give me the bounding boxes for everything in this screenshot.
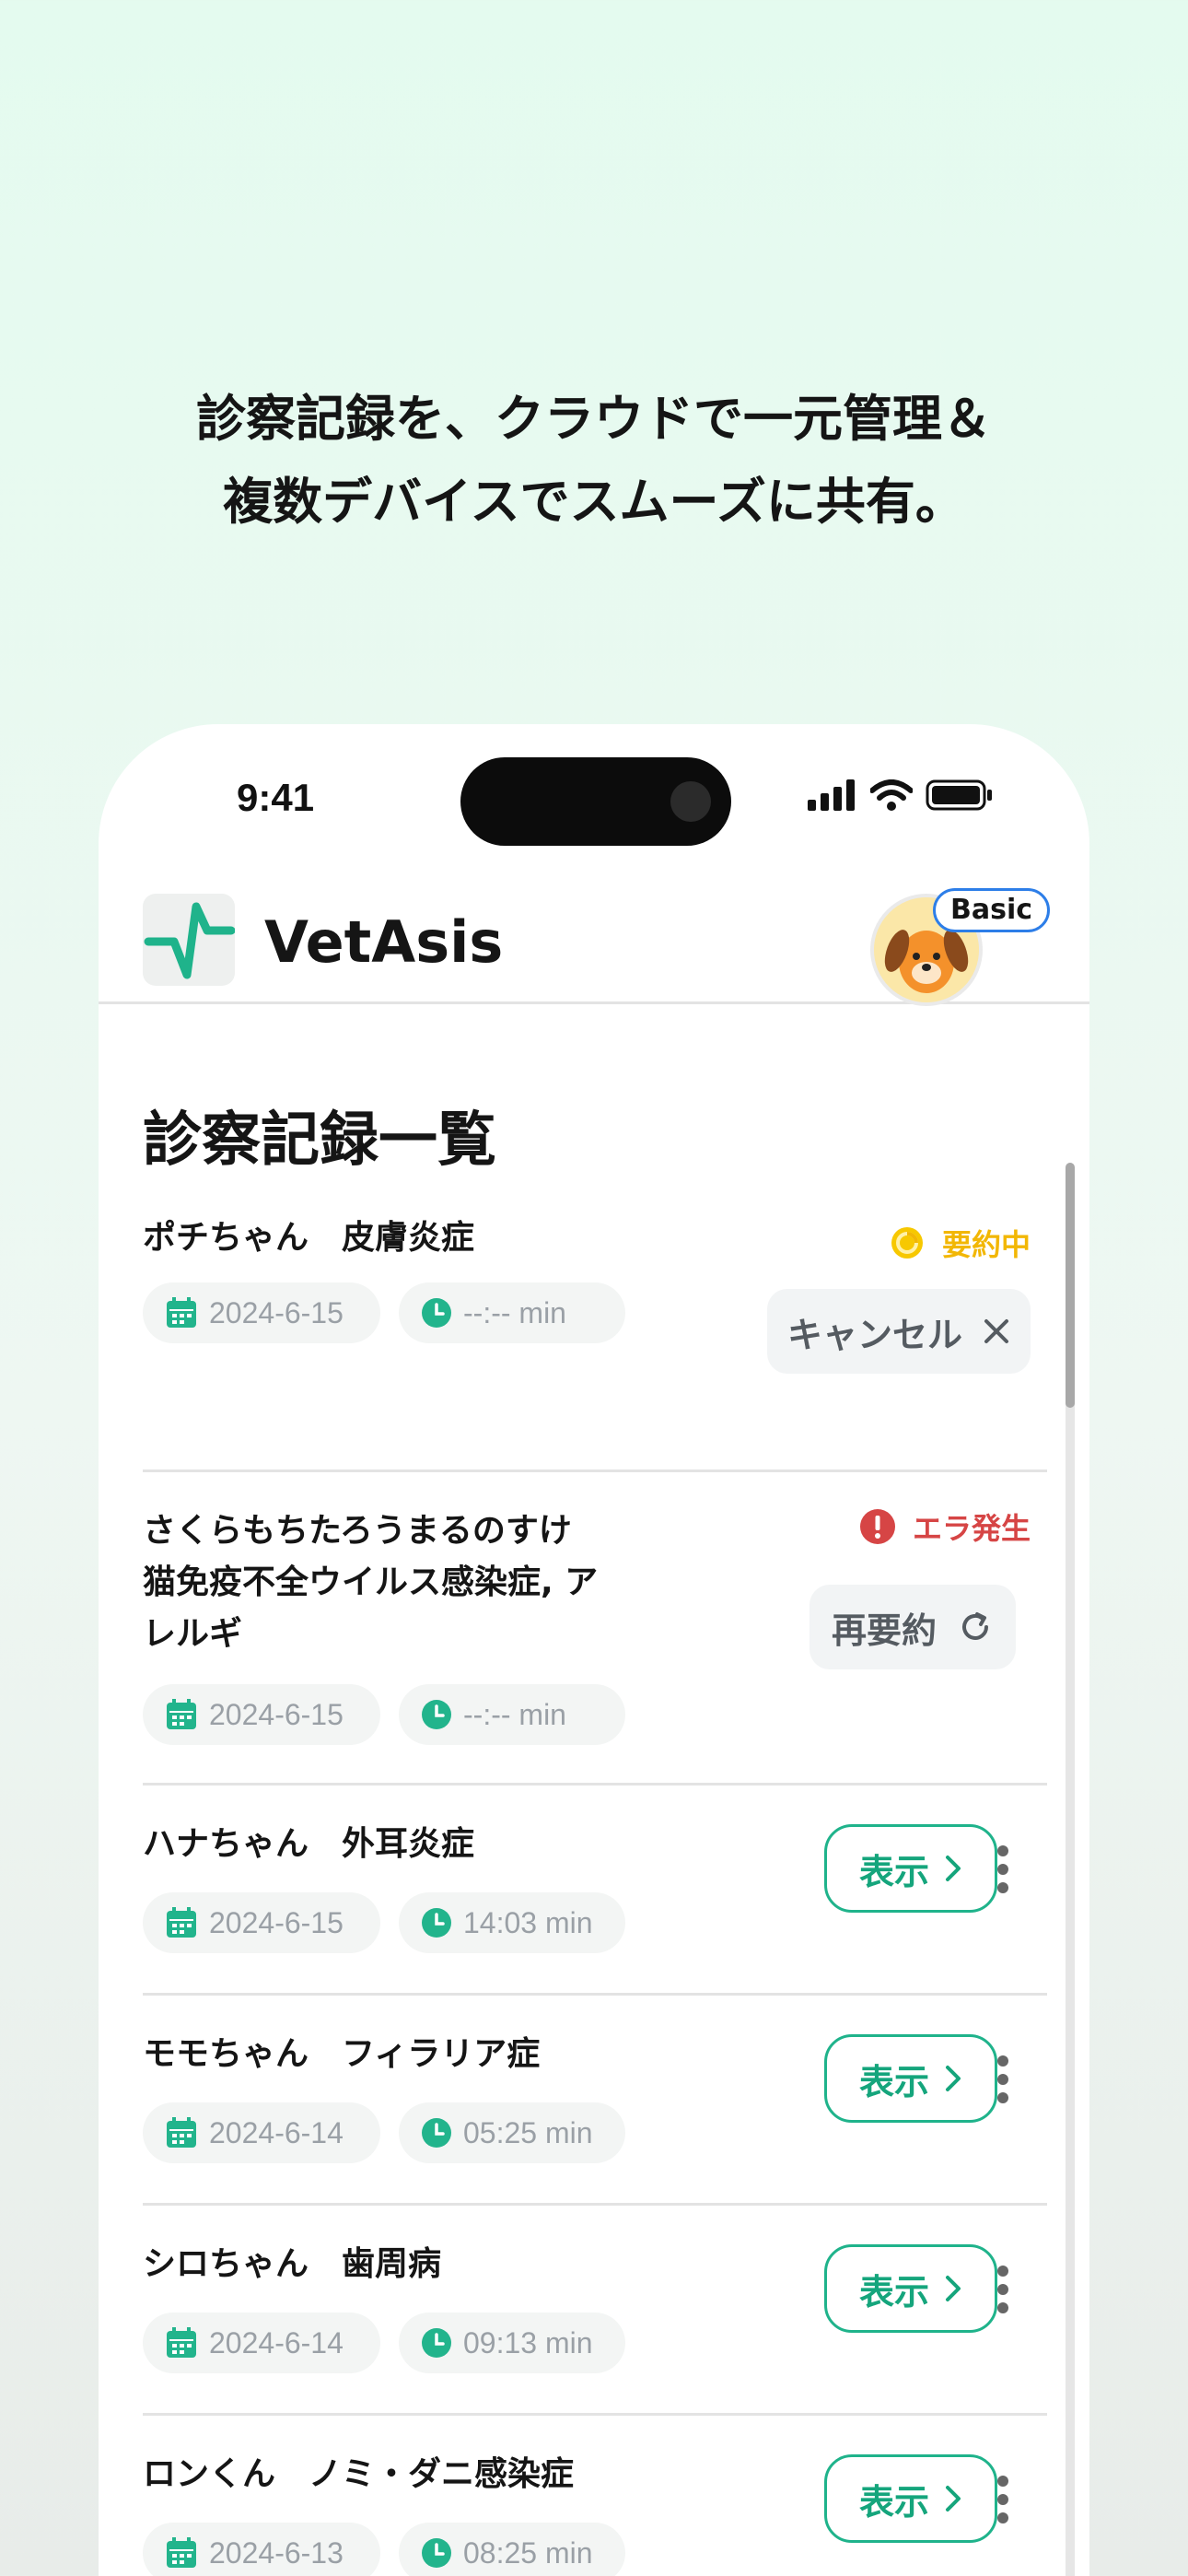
record-title: モモちゃん フィラリア症: [143, 2035, 541, 2073]
record-row[interactable]: ポチちゃん 皮膚炎症 2024-6-15 --:-- min 要約中 キャンセル: [143, 1212, 1047, 1472]
refresh-icon: [962, 1612, 988, 1640]
view-button-label: 表示: [858, 1851, 929, 1892]
record-duration: --:-- min: [463, 1697, 566, 1731]
duration-chip: --:-- min: [399, 1684, 625, 1745]
battery-icon: [926, 779, 992, 811]
view-button[interactable]: 表示: [824, 2454, 997, 2543]
clock-icon: [422, 2118, 451, 2148]
record-date: 2024-6-14: [209, 2325, 344, 2359]
record-row[interactable]: さくらもちたろうまるのすけ 猫免疫不全ウイルス感染症, ア レルギ 2024-6…: [143, 1472, 1047, 1786]
resummarize-button[interactable]: 再要約: [809, 1585, 1016, 1669]
record-title-line: 猫免疫不全ウイルス感染症, ア: [143, 1563, 599, 1601]
marketing-headline: 診察記録を、クラウドで一元管理＆ 複数デバイスでスムーズに共有。: [0, 378, 1188, 544]
record-duration: 09:13 min: [463, 2325, 593, 2359]
date-chip: 2024-6-15: [143, 1282, 380, 1343]
chevron-right-icon: [946, 2486, 961, 2512]
signal-icon: [808, 779, 855, 811]
page-title: 診察記録一覧: [143, 1107, 496, 1175]
chevron-right-icon: [946, 2066, 961, 2091]
clock-icon: [422, 1908, 451, 1938]
status-error: エラ発生: [859, 1505, 1031, 1548]
record-title: ハナちゃん 外耳炎症: [143, 1825, 475, 1863]
calendar-icon: [167, 2327, 196, 2358]
status-text: 要約中: [941, 1227, 1031, 1262]
calendar-icon: [167, 1907, 196, 1938]
view-button-label: 表示: [858, 2061, 929, 2102]
calendar-icon: [167, 2537, 196, 2568]
cancel-button[interactable]: キャンセル: [767, 1289, 1031, 1374]
duration-chip: 05:25 min: [399, 2102, 625, 2163]
calendar-icon: [167, 1297, 196, 1328]
record-duration: 14:03 min: [463, 1905, 593, 1939]
dynamic-island: [460, 757, 731, 846]
clock-icon: [422, 2328, 451, 2358]
chevron-right-icon: [946, 2276, 961, 2301]
wifi-icon: [870, 779, 913, 811]
date-chip: 2024-6-15: [143, 1892, 380, 1953]
date-chip: 2024-6-14: [143, 2313, 380, 2373]
clock-icon: [422, 2538, 451, 2568]
phone-frame: 9:41 VetAsis Basic 診察記録一覧 ポチちゃん 皮膚炎症 202…: [99, 724, 1089, 2576]
camera-dot: [670, 781, 711, 822]
more-icon[interactable]: [984, 2458, 1021, 2541]
view-button[interactable]: 表示: [824, 1824, 997, 1913]
calendar-icon: [167, 1699, 196, 1729]
calendar-icon: [167, 2117, 196, 2148]
record-date: 2024-6-15: [209, 1905, 344, 1939]
date-chip: 2024-6-13: [143, 2523, 380, 2576]
date-chip: 2024-6-15: [143, 1684, 380, 1745]
record-title-line: さくらもちたろうまるのすけ: [143, 1512, 572, 1550]
resummarize-button-label: 再要約: [831, 1610, 937, 1651]
app-logo: [143, 894, 236, 986]
clock-icon: [422, 1700, 451, 1729]
record-title: ロンくん ノミ・ダニ感染症: [143, 2455, 575, 2493]
record-date: 2024-6-15: [209, 1295, 344, 1329]
status-text: エラ発生: [912, 1511, 1031, 1546]
record-title: さくらもちたろうまるのすけ 猫免疫不全ウイルス感染症, ア レルギ: [143, 1505, 658, 1660]
view-button[interactable]: 表示: [824, 2244, 997, 2333]
view-button-label: 表示: [858, 2271, 929, 2313]
app-header: VetAsis: [99, 872, 1089, 1006]
record-duration: --:-- min: [463, 1295, 566, 1329]
headline-line-2: 複数デバイスでスムーズに共有。: [223, 473, 965, 531]
duration-chip: 14:03 min: [399, 1892, 625, 1953]
status-bar: 9:41: [99, 724, 1089, 846]
status-icons: [808, 779, 994, 811]
duration-chip: 09:13 min: [399, 2313, 625, 2373]
more-icon[interactable]: [984, 2038, 1021, 2121]
record-title-line: レルギ: [143, 1615, 243, 1653]
record-date: 2024-6-15: [209, 1697, 344, 1731]
record-row[interactable]: シロちゃん 歯周病 2024-6-14 09:13 min 表示: [143, 2206, 1047, 2416]
record-duration: 05:25 min: [463, 2115, 593, 2149]
more-icon[interactable]: [984, 1828, 1021, 1911]
record-date: 2024-6-13: [209, 2535, 344, 2570]
more-icon[interactable]: [984, 2248, 1021, 2331]
duration-chip: 08:25 min: [399, 2523, 625, 2576]
error-icon: [859, 1509, 895, 1544]
record-duration: 08:25 min: [463, 2535, 593, 2570]
status-time: 9:41: [237, 776, 315, 819]
record-title: ポチちゃん 皮膚炎症: [143, 1219, 475, 1257]
record-date: 2024-6-14: [209, 2115, 344, 2149]
clock-icon: [422, 1298, 451, 1328]
record-row[interactable]: ロンくん ノミ・ダニ感染症 2024-6-13 08:25 min 表示: [143, 2416, 1047, 2576]
status-processing: 要約中: [889, 1222, 1031, 1264]
record-row[interactable]: モモちゃん フィラリア症 2024-6-14 05:25 min 表示: [143, 1996, 1047, 2206]
close-icon: [984, 1319, 1008, 1343]
headline-line-1: 診察記録を、クラウドで一元管理＆: [196, 390, 992, 448]
spinner-icon: [891, 1227, 923, 1259]
duration-chip: --:-- min: [399, 1282, 625, 1343]
view-button[interactable]: 表示: [824, 2034, 997, 2123]
date-chip: 2024-6-14: [143, 2102, 380, 2163]
chevron-right-icon: [946, 1856, 961, 1881]
cancel-button-label: キャンセル: [786, 1314, 962, 1355]
app-title: VetAsis: [264, 908, 504, 976]
scrollbar[interactable]: [1066, 1163, 1075, 2576]
record-title: シロちゃん 歯周病: [143, 2245, 442, 2283]
pulse-logo-icon: [144, 902, 236, 979]
record-row[interactable]: ハナちゃん 外耳炎症 2024-6-15 14:03 min 表示: [143, 1786, 1047, 1996]
scrollbar-thumb[interactable]: [1066, 1163, 1075, 1408]
plan-badge: Basic: [933, 888, 1051, 932]
view-button-label: 表示: [858, 2481, 929, 2523]
